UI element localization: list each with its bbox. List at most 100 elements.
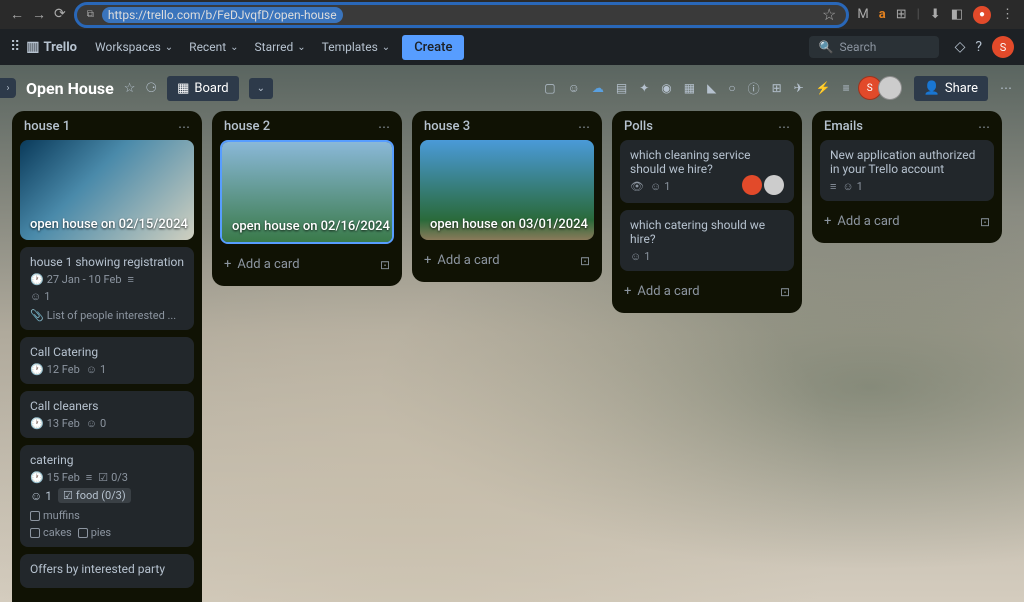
emoji-icon[interactable]: ☺ xyxy=(568,81,580,95)
member-avatar-2[interactable] xyxy=(878,76,902,100)
comments-badge: ☺ 1 xyxy=(30,290,50,303)
card-cleaning-poll[interactable]: which cleaning service should we hire? 👁… xyxy=(620,140,794,203)
card-open-house-3[interactable]: open house on 03/01/2024 xyxy=(420,140,594,240)
card-cover: open house on 02/16/2024 xyxy=(222,142,392,242)
list-menu-icon[interactable]: ⋯ xyxy=(578,120,590,134)
list-title[interactable]: house 2 xyxy=(224,119,270,134)
sidebar-toggle[interactable]: › xyxy=(0,78,16,98)
description-icon: ≡ xyxy=(830,180,836,193)
list-house-2: house 2 ⋯ open house on 02/16/2024 + Add… xyxy=(212,111,402,286)
trello-logo-icon: ▥ xyxy=(26,39,39,55)
share-button[interactable]: 👤 Share xyxy=(914,76,988,101)
list-menu-icon[interactable]: ⋯ xyxy=(978,120,990,134)
member-avatar[interactable] xyxy=(764,175,784,195)
board-title[interactable]: Open House xyxy=(26,79,114,98)
template-icon[interactable]: ⊡ xyxy=(780,285,790,299)
plus-icon: + xyxy=(624,284,631,299)
user-avatar[interactable]: S xyxy=(992,36,1014,58)
template-icon[interactable]: ⊡ xyxy=(580,254,590,268)
browser-bar: ← → ⟳ ⧉ https://trello.com/b/FeDJvqfD/op… xyxy=(0,0,1024,29)
date-badge: 🕐 15 Feb xyxy=(30,471,80,484)
powerup4-icon[interactable]: ◉ xyxy=(661,81,671,95)
search-icon: 🔍 xyxy=(819,40,834,54)
board-area: › Open House ☆ ⚆ ▦ Board ⌄ ▢ ☺ ☁ ▤ ✦ ◉ ▦… xyxy=(0,65,1024,602)
app-switcher-icon[interactable]: ⠿ xyxy=(10,39,20,55)
board-header: › Open House ☆ ⚆ ▦ Board ⌄ ▢ ☺ ☁ ▤ ✦ ◉ ▦… xyxy=(0,65,1024,111)
card-offers[interactable]: Offers by interested party xyxy=(20,554,194,588)
powerup1-icon[interactable]: ☁ xyxy=(592,81,604,95)
list-menu-icon[interactable]: ⋯ xyxy=(378,120,390,134)
browser-profile-avatar[interactable]: ● xyxy=(973,6,991,24)
plus-icon: + xyxy=(224,257,231,272)
trello-logo[interactable]: ▥ Trello xyxy=(26,39,77,55)
workspaces-menu[interactable]: Workspaces xyxy=(89,36,179,58)
search-input[interactable]: 🔍 Search xyxy=(809,36,939,58)
create-button[interactable]: Create xyxy=(402,35,464,60)
calendar-icon[interactable]: ▢ xyxy=(544,81,555,95)
lists-container: house 1 ⋯ open house on 02/15/2024 house… xyxy=(0,111,1024,602)
url-bar[interactable]: ⧉ https://trello.com/b/FeDJvqfD/open-hou… xyxy=(74,2,850,28)
recent-menu[interactable]: Recent xyxy=(183,36,244,58)
filter-icon[interactable]: ≡ xyxy=(843,81,850,95)
comments-badge: ☺ 0 xyxy=(86,417,106,430)
template-icon[interactable]: ⊡ xyxy=(380,258,390,272)
extensions-icon[interactable]: ⊞ xyxy=(896,7,907,22)
help-icon[interactable]: ? xyxy=(975,39,982,55)
list-title[interactable]: house 3 xyxy=(424,119,470,134)
browser-menu-icon[interactable]: ⋮ xyxy=(1001,7,1014,22)
template-icon[interactable]: ⊡ xyxy=(980,215,990,229)
reload-button[interactable]: ⟳ xyxy=(54,6,66,23)
notifications-icon[interactable]: ◇ xyxy=(955,39,966,55)
gmail-icon[interactable]: M xyxy=(857,7,868,22)
add-card-button[interactable]: + Add a card ⊡ xyxy=(420,247,594,274)
list-menu-icon[interactable]: ⋯ xyxy=(778,120,790,134)
card-email-app[interactable]: New application authorized in your Trell… xyxy=(820,140,994,201)
powerup5-icon[interactable]: ▦ xyxy=(684,81,695,95)
member-avatars[interactable]: S xyxy=(862,76,902,100)
powerup2-icon[interactable]: ▤ xyxy=(616,81,627,95)
card-registration[interactable]: house 1 showing registration 🕐 27 Jan - … xyxy=(20,247,194,330)
powerup8-icon[interactable]: ⓘ xyxy=(748,80,760,97)
bookmark-icon[interactable]: ☆ xyxy=(822,5,836,24)
list-title[interactable]: Polls xyxy=(624,119,653,134)
description-icon: ≡ xyxy=(86,471,92,484)
add-card-button[interactable]: + Add a card ⊡ xyxy=(820,208,994,235)
templates-menu[interactable]: Templates xyxy=(316,36,397,58)
checklist-badge: ☑ 0/3 xyxy=(98,471,128,484)
panel-icon[interactable]: ◧ xyxy=(951,7,963,22)
starred-menu[interactable]: Starred xyxy=(249,36,312,58)
powerup7-icon[interactable]: ○ xyxy=(728,81,735,95)
automation-icon[interactable]: ⚡ xyxy=(816,81,831,95)
list-title[interactable]: house 1 xyxy=(24,119,70,134)
list-title[interactable]: Emails xyxy=(824,119,863,134)
card-call-cleaners[interactable]: Call cleaners 🕐 13 Feb ☺ 0 xyxy=(20,391,194,438)
board-view-icon: ▦ xyxy=(177,81,189,96)
add-card-button[interactable]: + Add a card ⊡ xyxy=(220,251,394,278)
amazon-icon[interactable]: a xyxy=(879,7,886,22)
visibility-icon[interactable]: ⚆ xyxy=(145,81,157,96)
card-catering-poll[interactable]: which catering should we hire? ☺ 1 xyxy=(620,210,794,271)
card-open-house-2[interactable]: open house on 02/16/2024 xyxy=(220,140,394,244)
card-open-house-1[interactable]: open house on 02/15/2024 xyxy=(20,140,194,240)
powerup3-icon[interactable]: ✦ xyxy=(639,81,649,95)
check-muffins: muffins xyxy=(30,509,80,522)
star-board-icon[interactable]: ☆ xyxy=(124,81,136,96)
add-card-button[interactable]: + Add a card ⊡ xyxy=(620,278,794,305)
member-avatar[interactable] xyxy=(742,175,762,195)
add-card-button[interactable]: + Add a card ⊡ xyxy=(20,595,194,602)
watch-icon: 👁 xyxy=(630,180,644,193)
powerup10-icon[interactable]: ✈ xyxy=(794,81,804,95)
site-info-icon[interactable]: ⧉ xyxy=(87,9,94,20)
powerup9-icon[interactable]: ⊞ xyxy=(772,81,782,95)
downloads-icon[interactable]: ⬇ xyxy=(930,7,941,22)
view-switcher-dropdown[interactable]: ⌄ xyxy=(249,78,273,99)
list-menu-icon[interactable]: ⋯ xyxy=(178,120,190,134)
trello-header: ⠿ ▥ Trello Workspaces Recent Starred Tem… xyxy=(0,29,1024,65)
card-catering[interactable]: catering 🕐 15 Feb ≡ ☑ 0/3 ☺ 1 ☑ food (0/… xyxy=(20,445,194,547)
powerup6-icon[interactable]: ◣ xyxy=(707,81,716,95)
card-call-catering[interactable]: Call Catering 🕐 12 Feb ☺ 1 xyxy=(20,337,194,384)
board-view-button[interactable]: ▦ Board xyxy=(167,76,239,101)
back-button[interactable]: ← xyxy=(10,6,24,23)
forward-button[interactable]: → xyxy=(32,6,46,23)
board-menu-icon[interactable]: ⋯ xyxy=(1000,81,1012,95)
